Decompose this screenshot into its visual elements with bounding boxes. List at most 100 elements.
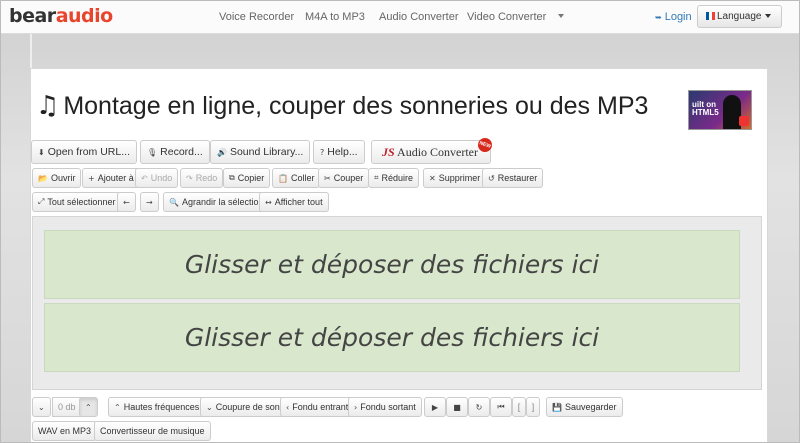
hautes-label: Hautes fréquences — [123, 402, 200, 412]
coupure-son-button[interactable]: ⌄ Coupure de son — [200, 397, 286, 417]
afficher-tout-button[interactable]: ↔ Afficher tout — [259, 192, 329, 212]
undo-button[interactable]: ↶ Undo — [135, 168, 179, 188]
arrow-left-icon: ← — [123, 197, 130, 207]
question-icon: ? — [320, 147, 325, 157]
folder-icon: 📂 — [38, 173, 48, 183]
fondu-sortant-button[interactable]: › Fondu sortant — [348, 397, 422, 417]
help-label: Help... — [327, 146, 358, 158]
volume-up-button[interactable]: ⌃ — [79, 397, 98, 417]
help-button[interactable]: ? Help... — [313, 140, 365, 164]
redo-icon: ↷ — [186, 173, 193, 183]
french-flag-icon — [706, 12, 715, 20]
drop-zone-2[interactable]: Glisser et déposer des fichiers ici — [44, 303, 740, 372]
repeat-icon: ↻ — [475, 402, 483, 412]
ouvrir-label: Ouvrir — [50, 173, 76, 183]
supprimer-label: Supprimer — [438, 173, 481, 183]
language-button[interactable]: Language — [697, 5, 782, 28]
db-display: 0 db — [52, 397, 82, 417]
page-title-row: ♫ Montage en ligne, couper des sonneries… — [36, 90, 648, 122]
expand-icon: ⤢ — [38, 197, 45, 206]
couper-button[interactable]: ✂ Couper — [318, 168, 370, 188]
play-icon: ▶ — [431, 402, 439, 412]
zoom-in-icon: 🔍 — [169, 197, 179, 207]
move-left-button[interactable]: ← — [117, 192, 136, 212]
drop-zone-2-label: Glisser et déposer des fichiers ici — [184, 323, 600, 352]
drop-zone-1-label: Glisser et déposer des fichiers ici — [184, 250, 600, 279]
thumbnail-text: uilt on HTML5 — [692, 101, 719, 117]
undo-icon: ↶ — [141, 173, 148, 183]
nav-m4a-to-mp3[interactable]: M4A to MP3 — [305, 11, 365, 23]
nav-video-converter[interactable]: Video Converter — [467, 11, 546, 23]
move-right-button[interactable]: → — [140, 192, 159, 212]
double-up-icon: ⌃ — [114, 402, 121, 412]
top-navbar: bearaudio Voice Recorder M4A to MP3 Audi… — [0, 0, 800, 34]
volume-down-button[interactable]: ⌄ — [32, 397, 51, 417]
ajouter-button[interactable]: + Ajouter à — [82, 168, 140, 188]
drop-zone-1[interactable]: Glisser et déposer des fichiers ici — [44, 230, 740, 299]
chevron-right-icon: › — [354, 402, 358, 412]
volume-icon: 🔊 — [217, 147, 227, 157]
scissors-icon: ✂ — [324, 173, 331, 183]
wav-en-mp3-button[interactable]: WAV en MP3 — [32, 421, 98, 441]
repeat-button[interactable]: ↻ — [468, 397, 490, 417]
restaurer-button[interactable]: ↺ Restaurer — [482, 168, 544, 188]
fondu-entrant-button[interactable]: ‹ Fondu entrant — [280, 397, 355, 417]
page-title: Montage en ligne, couper des sonneries o… — [63, 91, 649, 120]
nav-more-dropdown-icon[interactable] — [558, 14, 564, 18]
sauvegarder-button[interactable]: 💾 Sauvegarder — [546, 397, 623, 417]
stop-button[interactable]: ■ — [446, 397, 468, 417]
fondu-entrant-label: Fondu entrant — [292, 402, 349, 412]
js-audio-converter-button[interactable]: JS Audio Converter NEW — [371, 136, 494, 164]
paste-icon: 📋 — [278, 173, 288, 183]
db-value: 0 db — [58, 402, 76, 412]
login-link[interactable]: ➥ Login — [655, 11, 692, 23]
download-icon: ⬇ — [38, 147, 45, 157]
arrow-right-icon: → — [146, 197, 153, 207]
restaurer-label: Restaurer — [497, 173, 538, 183]
login-label: Login — [664, 11, 692, 23]
video-thumbnail[interactable]: uilt on HTML5 — [688, 90, 752, 130]
coller-label: Coller — [290, 173, 315, 183]
crop-icon: ⌗ — [374, 173, 379, 182]
copy-icon: ⧉ — [229, 173, 235, 182]
js-prefix: JS — [382, 145, 395, 159]
reduire-label: Réduire — [381, 173, 414, 183]
horizontal-expand-icon: ↔ — [265, 197, 272, 207]
nav-voice-recorder[interactable]: Voice Recorder — [219, 11, 294, 23]
restore-icon: ↺ — [488, 173, 495, 183]
mark-end-button[interactable]: ] — [526, 397, 540, 417]
logo[interactable]: bearaudio — [9, 5, 113, 27]
agrandir-label: Agrandir la sélection — [181, 197, 264, 207]
stop-icon: ■ — [453, 402, 461, 412]
reduire-button[interactable]: ⌗ Réduire — [368, 168, 420, 188]
language-label: Language — [717, 11, 762, 22]
ouvrir-button[interactable]: 📂 Ouvrir — [32, 168, 82, 188]
tout-selectionner-label: Tout sélectionner — [47, 197, 116, 207]
chevron-up-icon: ⌃ — [85, 402, 92, 412]
ajouter-label: Ajouter à — [97, 173, 134, 183]
copier-button[interactable]: ⧉ Copier — [223, 168, 271, 188]
coller-button[interactable]: 📋 Coller — [272, 168, 321, 188]
skip-back-button[interactable]: ⏮ — [490, 397, 512, 417]
record-button[interactable]: 🎙 Record... — [140, 140, 210, 164]
tout-selectionner-button[interactable]: ⤢ Tout sélectionner — [32, 192, 122, 212]
skip-back-icon: ⏮ — [497, 402, 505, 411]
hautes-frequences-button[interactable]: ⌃ Hautes fréquences — [108, 397, 206, 417]
mark-start-button[interactable]: [ — [512, 397, 526, 417]
open-from-url-button[interactable]: ⬇ Open from URL... — [31, 140, 137, 164]
supprimer-button[interactable]: ✕ Supprimer — [423, 168, 487, 188]
agrandir-selection-button[interactable]: 🔍 Agrandir la sélection — [163, 192, 270, 212]
open-url-label: Open from URL... — [47, 146, 130, 158]
sound-library-label: Sound Library... — [229, 146, 304, 158]
nav-audio-converter[interactable]: Audio Converter — [379, 11, 459, 23]
convertisseur-musique-button[interactable]: Convertisseur de musique — [94, 421, 211, 441]
copier-label: Copier — [237, 173, 265, 183]
undo-label: Undo — [150, 173, 173, 183]
chevron-down-icon: ⌄ — [38, 402, 45, 412]
chevron-down-icon — [764, 14, 771, 18]
play-button[interactable]: ▶ — [424, 397, 446, 417]
double-down-icon: ⌄ — [206, 402, 213, 412]
sound-library-button[interactable]: 🔊 Sound Library... — [210, 140, 311, 164]
redo-button[interactable]: ↷ Redo — [180, 168, 224, 188]
afficher-tout-label: Afficher tout — [274, 197, 323, 207]
